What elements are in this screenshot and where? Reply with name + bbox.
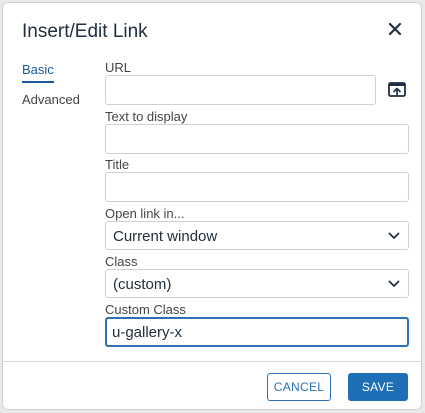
save-button[interactable]: SAVE	[348, 373, 408, 401]
open-link-in-value: Current window	[113, 228, 218, 245]
title-input[interactable]	[105, 172, 409, 202]
cancel-button[interactable]: CANCEL	[267, 373, 331, 401]
class-label: Class	[105, 254, 138, 269]
title-label: Title	[105, 157, 130, 172]
tab-advanced[interactable]: Advanced	[22, 92, 80, 108]
class-value: (custom)	[113, 276, 172, 293]
dialog-footer: CANCEL SAVE	[3, 361, 421, 409]
open-link-in-select[interactable]: Current window	[105, 221, 409, 250]
link-form: URL Text to display Title Open link in..…	[105, 3, 421, 409]
url-label: URL	[105, 60, 132, 75]
browse-button[interactable]	[384, 77, 410, 103]
text-to-display-input[interactable]	[105, 124, 409, 154]
custom-class-label: Custom Class	[105, 302, 186, 317]
chevron-down-icon	[388, 280, 400, 287]
class-select[interactable]: (custom)	[105, 269, 409, 298]
browse-icon	[388, 82, 406, 97]
chevron-down-icon	[388, 232, 400, 239]
text-to-display-label: Text to display	[105, 109, 188, 124]
insert-edit-link-dialog: Insert/Edit Link Basic Advanced URL Text…	[2, 2, 422, 410]
tab-basic[interactable]: Basic	[22, 62, 54, 83]
custom-class-input[interactable]	[105, 317, 409, 347]
tab-list: Basic Advanced	[22, 61, 92, 116]
open-link-in-label: Open link in...	[105, 206, 185, 221]
url-input[interactable]	[105, 75, 376, 105]
